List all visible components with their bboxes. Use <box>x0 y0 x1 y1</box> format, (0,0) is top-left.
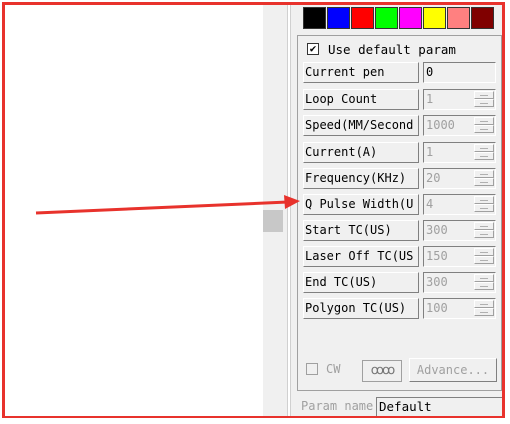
annotation-arrow-icon <box>35 195 300 215</box>
